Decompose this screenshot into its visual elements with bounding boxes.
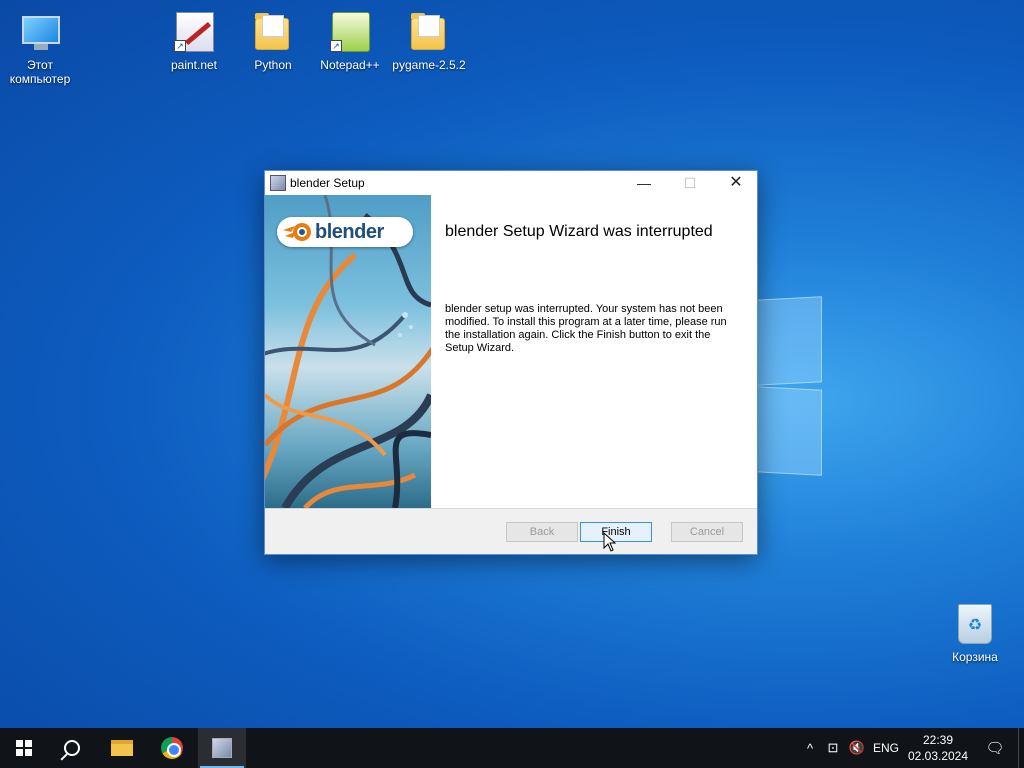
cancel-button: Cancel [671, 522, 743, 542]
wizard-heading: blender Setup Wizard was interrupted [445, 223, 713, 240]
desktop-icon-python[interactable]: Python [233, 10, 313, 72]
recycle-bin-icon [958, 604, 992, 644]
taskbar-chrome[interactable] [148, 728, 196, 768]
clock[interactable]: 22:39 02.03.2024 [900, 728, 976, 768]
wizard-content: blender Setup Wizard was interrupted ble… [431, 195, 757, 508]
wizard-banner-image: blender [265, 195, 431, 508]
folder-icon [251, 10, 295, 54]
file-explorer-icon [111, 740, 133, 756]
wizard-message: blender setup was interrupted. Your syst… [445, 303, 727, 354]
blender-logo: blender [277, 217, 413, 247]
start-button[interactable] [0, 728, 48, 768]
language-indicator[interactable]: ENG [870, 728, 902, 768]
show-desktop-button[interactable] [1018, 728, 1024, 768]
desktop-icon-label: Корзина [952, 650, 998, 664]
show-hidden-icons-button[interactable]: ^ [800, 728, 820, 768]
taskbar-blender-setup[interactable] [198, 728, 246, 768]
desktop-icon-label: Этот компьютер [9, 58, 71, 86]
notification-center-icon[interactable]: 🗨 [980, 728, 1010, 768]
desktop-icon-label: Python [254, 58, 292, 72]
chrome-icon [161, 737, 183, 759]
mouse-cursor-icon [603, 532, 617, 552]
clock-date: 02.03.2024 [907, 749, 969, 763]
desktop-icon-paintnet[interactable]: ↗ paint.net [154, 10, 234, 72]
paintnet-icon: ↗ [172, 10, 216, 54]
desktop-icon-notepadpp[interactable]: ↗ Notepad++ [310, 10, 390, 72]
volume-muted-icon[interactable]: 🔇 [846, 728, 868, 768]
installer-icon [270, 175, 286, 191]
search-button[interactable] [48, 728, 96, 768]
start-icon [16, 740, 32, 756]
desktop-icon-label: paint.net [170, 58, 218, 72]
desktop-icon-label: Notepad++ [320, 58, 380, 72]
dialog-title: blender Setup [290, 176, 365, 190]
wizard-footer: Back Finish Cancel [265, 508, 757, 554]
search-icon [64, 740, 80, 756]
folder-icon [407, 10, 451, 54]
blender-wordmark: blender [315, 221, 384, 243]
desktop-icon-label: pygame-2.5.2 [392, 58, 466, 72]
taskbar: ^ ⊡ 🔇 ENG 22:39 02.03.2024 🗨 [0, 728, 1024, 768]
windows-logo-wallpaper [755, 290, 825, 480]
this-pc-icon [18, 10, 62, 54]
minimize-button[interactable]: — [621, 171, 667, 195]
clock-time: 22:39 [922, 733, 954, 747]
setup-dialog: blender Setup — ☐ ✕ blender blender Setu… [264, 170, 758, 555]
network-icon[interactable]: ⊡ [822, 728, 844, 768]
notepadpp-icon: ↗ [328, 10, 372, 54]
setup-icon [212, 738, 232, 758]
desktop-icon-pygame[interactable]: pygame-2.5.2 [389, 10, 469, 72]
taskbar-file-explorer[interactable] [98, 728, 146, 768]
back-button: Back [506, 522, 578, 542]
desktop-icon-recycle-bin[interactable]: Корзина [944, 600, 1006, 664]
maximize-button: ☐ [683, 175, 697, 191]
desktop-icon-this-pc[interactable]: Этот компьютер [0, 10, 80, 86]
dialog-titlebar[interactable]: blender Setup — ☐ ✕ [265, 171, 757, 195]
close-button[interactable]: ✕ [713, 171, 759, 195]
